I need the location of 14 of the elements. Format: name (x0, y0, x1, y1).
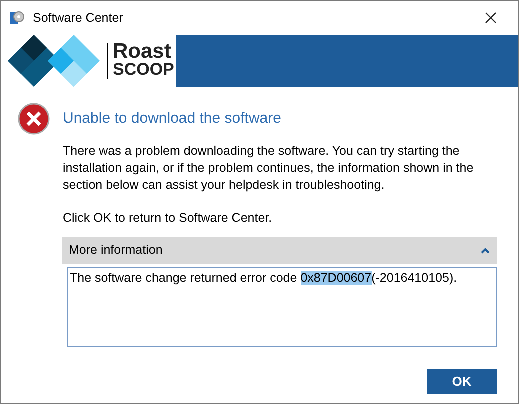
caret-icon (481, 248, 490, 254)
app-icon (9, 10, 25, 26)
more-information-header[interactable]: More information (62, 237, 497, 264)
logo-text: SCOOP (113, 61, 174, 79)
instruction-text: Click OK to return to Software Center. (63, 210, 274, 226)
error-icon (18, 103, 50, 135)
dialog-heading: Unable to download the software (63, 109, 282, 129)
message-text: There was a problem downloading the software. You can try starting the installation again, or if the problem continues, the information shown in the section below can assist your helpdesk in troubleshooting. (63, 142, 475, 194)
ok-button[interactable]: OK (427, 369, 497, 394)
logo-icon (8, 35, 100, 87)
logo-text: Roast (113, 43, 172, 61)
close-icon (485, 12, 497, 24)
window-title: Software Center (33, 10, 124, 27)
error-message: The software change returned error code 0x87D00607(-2016410105). (70, 270, 458, 288)
